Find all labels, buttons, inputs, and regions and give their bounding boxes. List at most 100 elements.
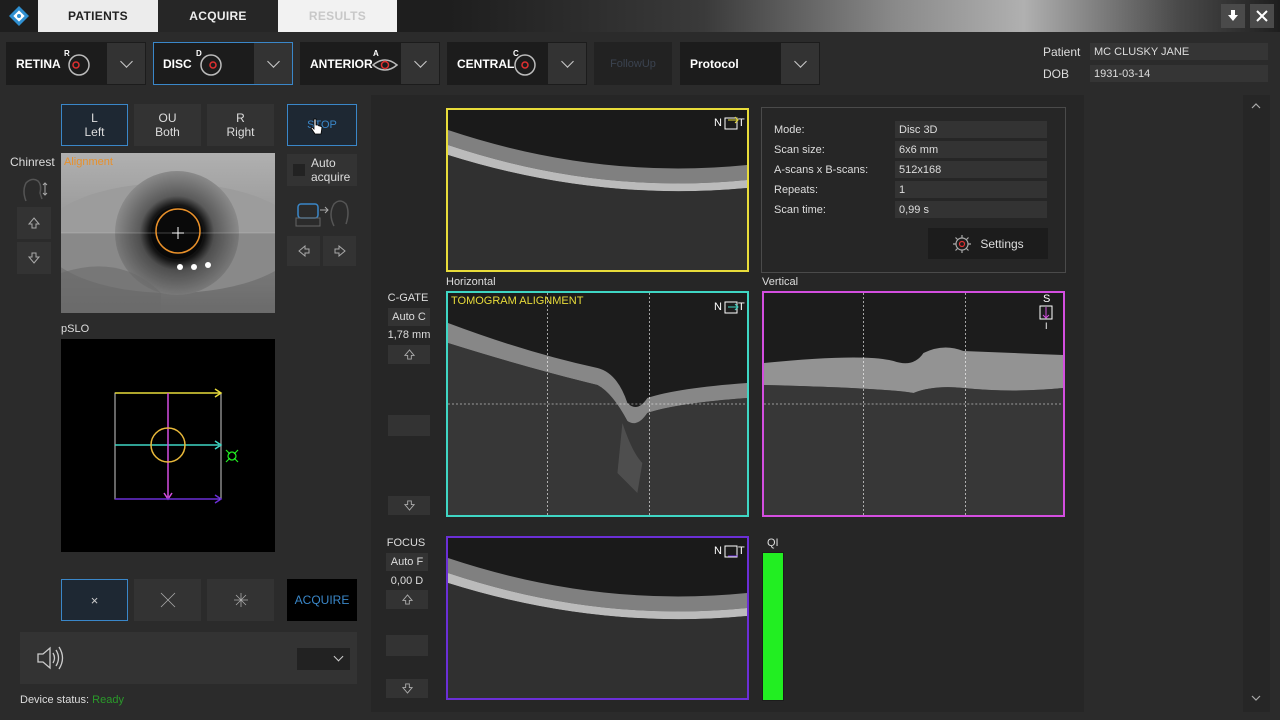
dob-field: 1931-03-14 [1090,65,1268,82]
auto-f-button[interactable]: Auto F [386,553,428,571]
mode-disc-button[interactable]: DISC D [153,42,293,85]
repeats-value: 1 [895,181,1047,198]
download-icon[interactable] [1221,4,1245,28]
oct-preview-top[interactable]: N T [446,108,749,272]
eye-both-short: OU [158,111,177,125]
chevron-down-icon [266,54,280,68]
cgate-slider[interactable] [388,415,430,436]
focus-value: 0,00 D [390,575,424,587]
arrow-down-icon [28,252,40,264]
fixation-large-button[interactable] [134,579,201,621]
patient-name-field: MC CLUSKY JANE [1090,43,1268,60]
ascans-value: 512x168 [895,161,1047,178]
fixation-small-button[interactable]: × [61,579,128,621]
cgate-down-button[interactable] [388,496,430,515]
auto-acquire-checkbox[interactable] [293,164,305,176]
align-right-button[interactable] [323,236,356,266]
fixation-small-icon: × [90,592,99,608]
repeats-label: Repeats: [774,184,819,196]
mode-anterior-button[interactable]: ANTERIOR A [300,42,440,85]
head-align-icon [295,200,349,227]
auto-c-button[interactable]: Auto C [388,308,430,326]
arrow-up-icon [401,594,413,605]
arrow-up-icon [28,217,40,229]
mode-central-button[interactable]: CENTRAL C [447,42,587,85]
eye-right-short: R [236,111,245,125]
eye-both-button[interactable]: OU Both [134,104,201,146]
central-icon [514,54,536,76]
chinrest-head-icon [23,178,48,202]
qi-label: QI [767,537,779,549]
cgate-value: 1,78 mm [387,329,431,341]
audio-dropdown[interactable] [297,648,350,670]
focus-down-button[interactable] [386,679,428,698]
eye-right-button[interactable]: R Right [207,104,274,146]
alignment-camera-view[interactable]: Alignment [61,153,275,313]
scan-time-label: Scan time: [774,204,826,216]
qi-bar-track [762,552,784,701]
arrow-down-icon [403,500,415,511]
mode-retina-dropdown[interactable] [107,43,145,84]
horizontal-t-label: T [738,301,745,313]
chevron-down-icon [333,651,344,662]
arrow-down-icon [401,683,413,694]
oct-preview-bottom[interactable]: N T [446,536,749,700]
eye-left-long: Left [84,125,105,139]
vertical-label: Vertical [762,276,799,288]
mouse-cursor-icon [310,118,323,135]
qi-bar-fill [763,553,783,700]
eye-left-button[interactable]: L Left [61,104,128,146]
mode-disc-dropdown[interactable] [254,43,292,84]
protocol-selector[interactable]: Protocol [680,42,820,85]
tab-patients[interactable]: PATIENTS [38,0,158,32]
scroll-up-button[interactable] [1249,99,1263,113]
app-logo-icon [0,0,38,32]
oct-vertical[interactable]: S I [762,291,1065,517]
chevron-down-icon [560,54,574,68]
acquire-button[interactable]: ACQUIRE [287,579,357,621]
mode-retina-button[interactable]: RETINA R [6,42,146,85]
fixation-star-button[interactable] [207,579,274,621]
bottom-n-label: N [714,545,722,557]
device-status-label: Device status: Ready [20,694,124,706]
chinrest-down-button[interactable] [17,242,51,274]
mode-retina-label: RETINA [16,56,61,71]
mode-anterior-label: ANTERIOR [310,56,373,71]
horizontal-label: Horizontal [446,276,496,288]
right-scrollbar[interactable] [1243,95,1270,712]
followup-button[interactable]: FollowUp [594,42,672,85]
align-left-button[interactable] [287,236,320,266]
chinrest-up-button[interactable] [17,207,51,239]
scroll-down-button[interactable] [1249,691,1263,705]
focus-slider[interactable] [386,635,428,656]
chevron-down-icon [413,54,427,68]
mode-central-dropdown[interactable] [548,43,586,84]
fixation-cross-icon [160,592,175,608]
settings-label: Settings [980,236,1024,251]
retina-icon [68,54,90,76]
focus-up-button[interactable] [386,590,428,609]
scan-size-value: 6x6 mm [895,141,1047,158]
settings-button[interactable]: Settings [928,228,1048,259]
chinrest-label: Chinrest [10,155,55,169]
tab-acquire[interactable]: ACQUIRE [158,0,278,32]
close-icon[interactable] [1250,4,1274,28]
cgate-label: C-GATE [387,292,429,304]
patient-label: Patient [1043,45,1081,59]
protocol-dropdown[interactable] [781,43,819,84]
alignment-label: Alignment [64,156,113,168]
vertical-s-label: S [1043,293,1051,305]
auto-acquire-toggle[interactable]: Auto acquire [287,154,357,186]
tab-results[interactable]: RESULTS [278,0,397,32]
mode-value: Disc 3D [895,121,1047,138]
disc-icon [200,54,222,76]
oct-horizontal[interactable]: TOMOGRAM ALIGNMENT N T [446,291,749,517]
auto-acquire-label: Auto acquire [311,156,351,184]
protocol-label: Protocol [690,56,739,71]
device-status-value: Ready [92,694,124,706]
speaker-icon[interactable] [34,643,64,673]
orientation-icon [1039,305,1053,320]
pslo-view[interactable] [61,339,275,552]
cgate-up-button[interactable] [388,345,430,364]
mode-anterior-dropdown[interactable] [401,43,439,84]
